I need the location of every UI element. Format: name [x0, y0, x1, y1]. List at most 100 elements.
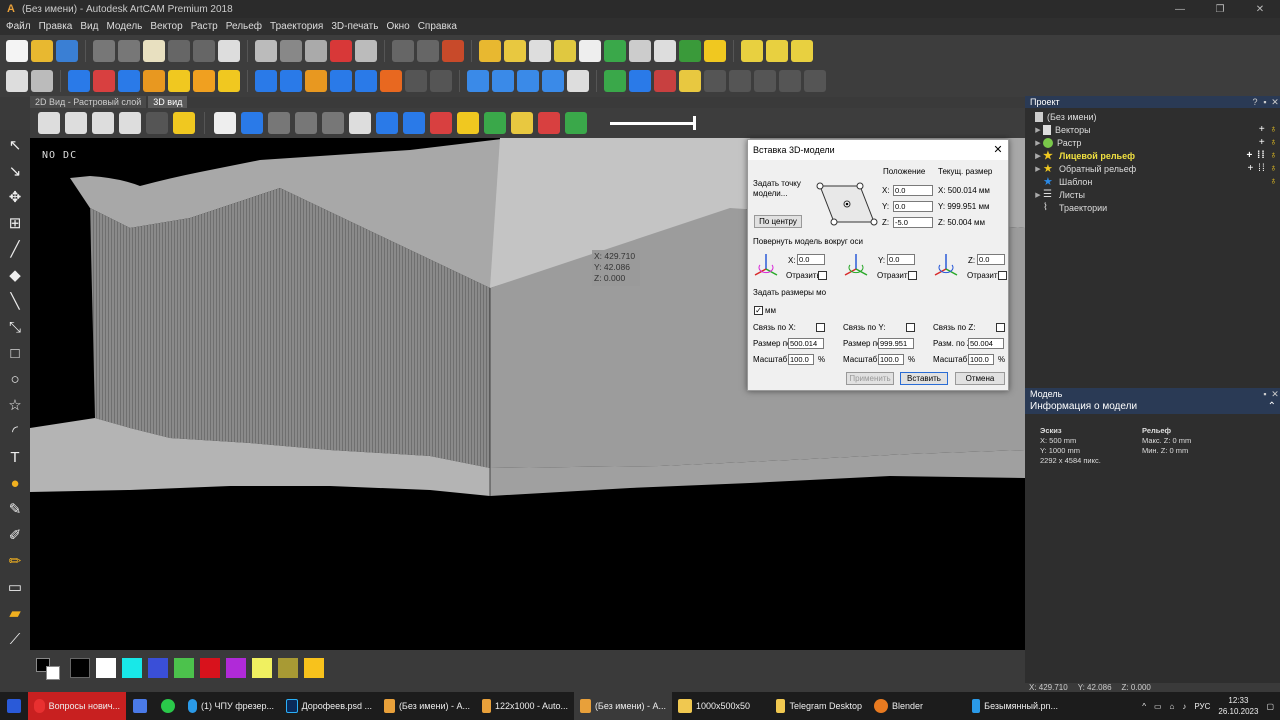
close-button[interactable]: ✕	[1240, 4, 1280, 15]
zoom-icon[interactable]	[6, 70, 28, 92]
swatch-black[interactable]	[70, 657, 90, 678]
swatch-blue[interactable]	[148, 657, 168, 678]
taskbar-item-photoshop[interactable]: Дорофеев.psd ...	[280, 692, 378, 720]
taskbar-whatsapp[interactable]	[154, 692, 182, 720]
taskbar-item-telegram[interactable]: Telegram Desktop	[770, 692, 868, 720]
redo-icon[interactable]	[193, 40, 215, 62]
swatch-olive[interactable]	[278, 657, 298, 678]
maximize-button[interactable]: ❐	[1200, 4, 1240, 15]
tree-item-sheets[interactable]: ▶ ☰ Листы	[1025, 188, 1280, 201]
swatch-red[interactable]	[200, 657, 220, 678]
menu-view[interactable]: Вид	[80, 21, 98, 32]
mirror-y-checkbox[interactable]	[908, 271, 917, 280]
pen-tool-icon[interactable]: ╱	[5, 238, 25, 260]
rotate-y-input[interactable]	[887, 254, 915, 265]
layer-red-icon[interactable]	[430, 112, 452, 134]
relief-2-icon[interactable]	[417, 40, 439, 62]
dim-3-icon[interactable]	[779, 70, 801, 92]
size-x-input[interactable]	[788, 338, 824, 349]
position-x-input[interactable]	[893, 185, 933, 196]
new-file-icon[interactable]	[6, 40, 28, 62]
rectangle-icon[interactable]: □	[5, 342, 25, 364]
rotate-x-input[interactable]	[797, 254, 825, 265]
notes-icon[interactable]	[218, 40, 240, 62]
tab-2d-view[interactable]: 2D Вид - Растровый слой	[30, 96, 147, 108]
transform-icon[interactable]: ✥	[5, 186, 25, 208]
fingerprint-icon[interactable]	[355, 40, 377, 62]
scale-x-input[interactable]	[788, 354, 814, 365]
relief-dim-icon[interactable]	[295, 112, 317, 134]
menu-vector[interactable]: Вектор	[150, 21, 182, 32]
taskbar-item-folder[interactable]: 1000x500x50	[672, 692, 770, 720]
add-back-relief-icon[interactable]: + ⁞⁞ ♁	[1248, 163, 1278, 174]
tool-icon[interactable]	[529, 40, 551, 62]
swatch-green[interactable]	[174, 657, 194, 678]
tree-item-bitmap[interactable]: ▶ Растр + ♁	[1025, 136, 1280, 149]
import-icon[interactable]	[479, 40, 501, 62]
yellow-relief-icon[interactable]	[704, 40, 726, 62]
relief-blue-2-icon[interactable]	[280, 70, 302, 92]
copy-icon[interactable]	[118, 40, 140, 62]
star-tool-icon[interactable]: ☆	[5, 394, 25, 416]
grid-icon[interactable]	[280, 40, 302, 62]
green-layers-icon[interactable]	[679, 40, 701, 62]
menu-model[interactable]: Модель	[106, 21, 142, 32]
link-x-checkbox[interactable]	[816, 323, 825, 332]
swatch-light-yellow[interactable]	[252, 657, 272, 678]
anchor-point-selector[interactable]	[816, 182, 878, 226]
shapes-icon[interactable]	[349, 112, 371, 134]
cancel-button[interactable]: Отмена	[955, 372, 1005, 385]
volume-icon[interactable]: ♪	[1182, 702, 1186, 711]
blue-shape-2-icon[interactable]	[118, 70, 140, 92]
color-pick-icon[interactable]	[330, 40, 352, 62]
eraser-icon[interactable]: ▭	[5, 576, 25, 598]
save-icon[interactable]	[56, 40, 78, 62]
wave-icon[interactable]	[654, 70, 676, 92]
menu-file[interactable]: Файл	[6, 21, 31, 32]
relief-green-icon[interactable]	[604, 40, 626, 62]
add-icon[interactable]	[604, 70, 626, 92]
dim-4-icon[interactable]	[804, 70, 826, 92]
tree-item-root[interactable]: (Без имени)	[1025, 110, 1280, 123]
split-icon[interactable]	[430, 70, 452, 92]
menu-help[interactable]: Справка	[418, 21, 457, 32]
stack-5-icon[interactable]	[567, 70, 589, 92]
position-z-input[interactable]	[893, 217, 933, 228]
paintbrush-icon[interactable]: ✏	[5, 550, 25, 572]
smudge-icon[interactable]: ⟋	[5, 628, 25, 650]
model-info-header[interactable]: Информация о модели ⌃	[1025, 400, 1280, 414]
model-pin-icon[interactable]: ▪	[1260, 388, 1270, 400]
layer-blue-icon[interactable]	[403, 112, 425, 134]
swatch-gold[interactable]	[304, 657, 324, 678]
node-edit-icon[interactable]: ↘	[5, 160, 25, 182]
material-icon[interactable]	[565, 112, 587, 134]
colors-icon[interactable]	[442, 40, 464, 62]
star-burst-icon[interactable]	[579, 40, 601, 62]
marker-icon[interactable]	[380, 70, 402, 92]
taskbar-item-artcam-2[interactable]: 122x1000 - Auto...	[476, 692, 574, 720]
tray-chevron-icon[interactable]: ^	[1142, 702, 1146, 711]
paint-bucket-icon[interactable]: ◆	[5, 264, 25, 286]
menu-edit[interactable]: Правка	[39, 21, 73, 32]
dim-2-icon[interactable]	[754, 70, 776, 92]
help-icon[interactable]: ?	[1250, 96, 1260, 108]
clock[interactable]: 12:33 26.10.2023	[1218, 695, 1258, 717]
menu-window[interactable]: Окно	[386, 21, 409, 32]
taskbar-item-blender[interactable]: Blender	[868, 692, 966, 720]
relief-dim-2-icon[interactable]	[322, 112, 344, 134]
rotate-z-input[interactable]	[977, 254, 1005, 265]
star-zoom-icon[interactable]	[511, 112, 533, 134]
star-relief-icon[interactable]	[218, 70, 240, 92]
tree-item-front-relief[interactable]: ▶ ★ Лицевой рельеф + ⁞⁞ ♁	[1025, 149, 1280, 162]
menu-3d-print[interactable]: 3D-печать	[331, 21, 378, 32]
drop-tool-icon[interactable]: ●	[5, 472, 25, 494]
paste-icon[interactable]	[143, 40, 165, 62]
add-front-relief-icon[interactable]: + ⁞⁞ ♁	[1246, 150, 1278, 161]
insert-button[interactable]: Вставить	[900, 372, 948, 385]
primary-secondary-color[interactable]	[34, 656, 64, 680]
cube-side-icon[interactable]	[92, 112, 114, 134]
size-z-input[interactable]	[968, 338, 1004, 349]
select-arrow-icon[interactable]: ↖	[5, 134, 25, 156]
mirror-x-checkbox[interactable]	[818, 271, 827, 280]
tree-item-vectors[interactable]: ▶ Векторы + ♁	[1025, 123, 1280, 136]
